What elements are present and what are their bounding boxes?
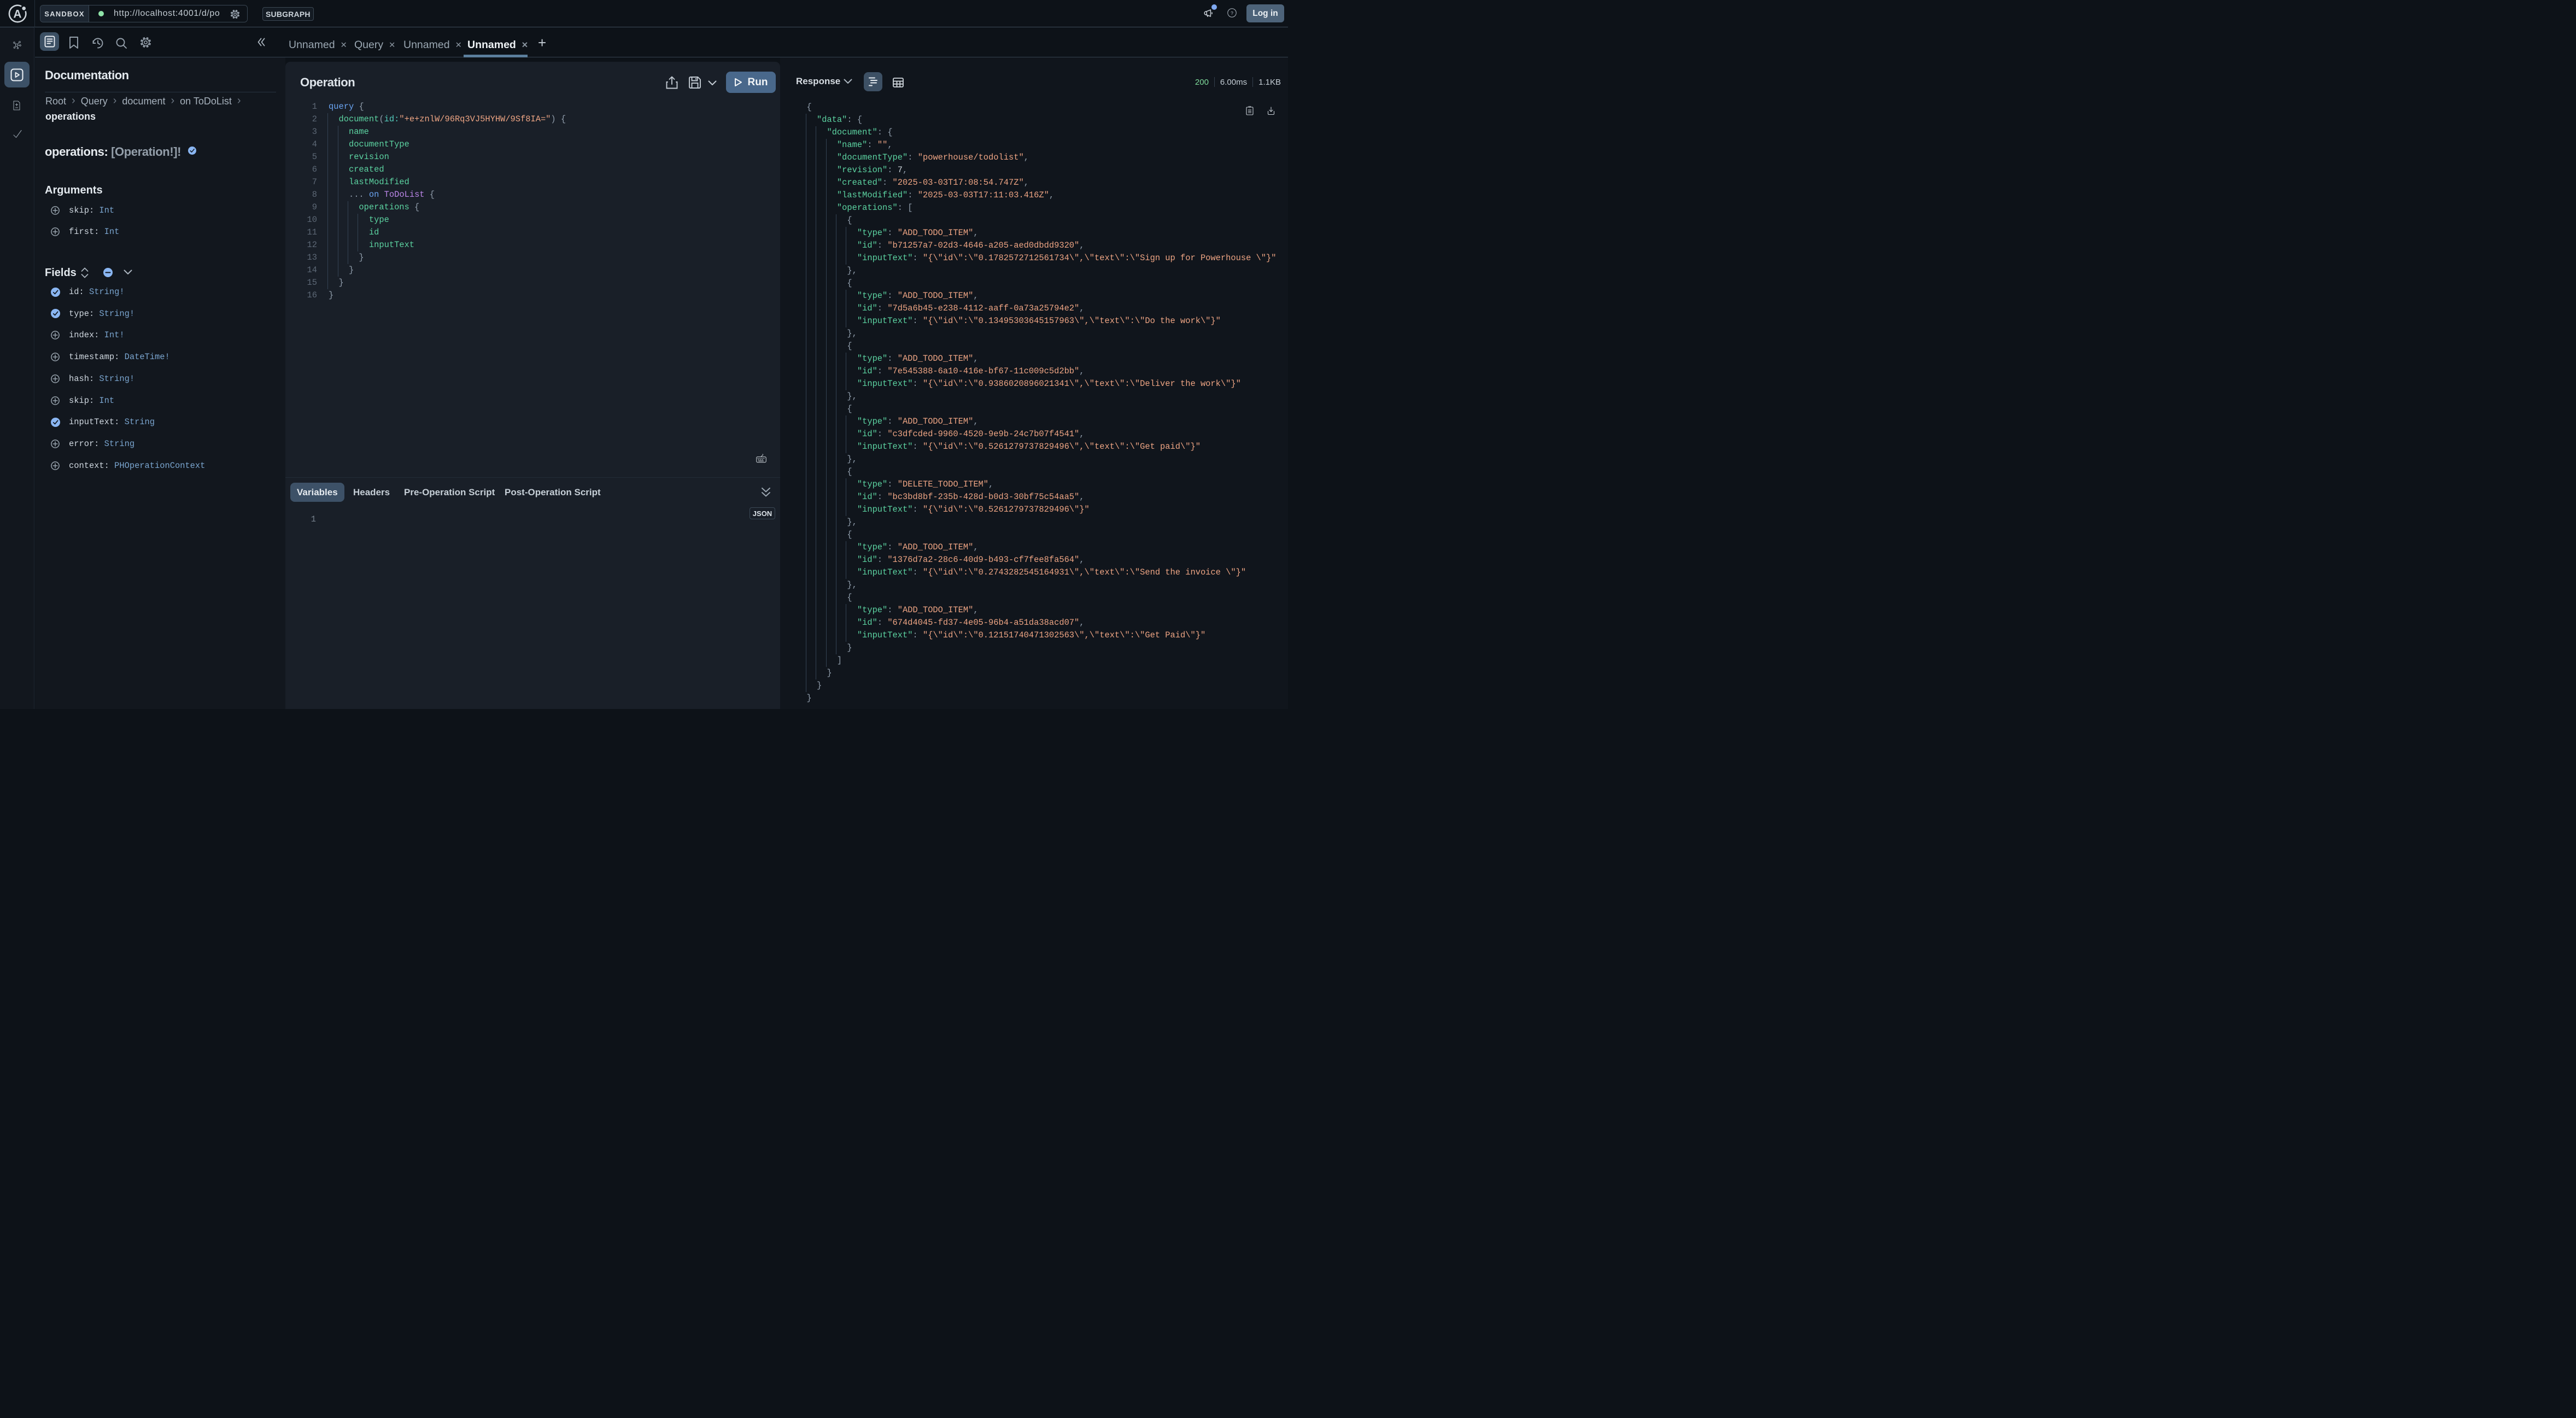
svg-text:A: A (13, 8, 21, 21)
svg-text:?: ? (1231, 10, 1233, 16)
